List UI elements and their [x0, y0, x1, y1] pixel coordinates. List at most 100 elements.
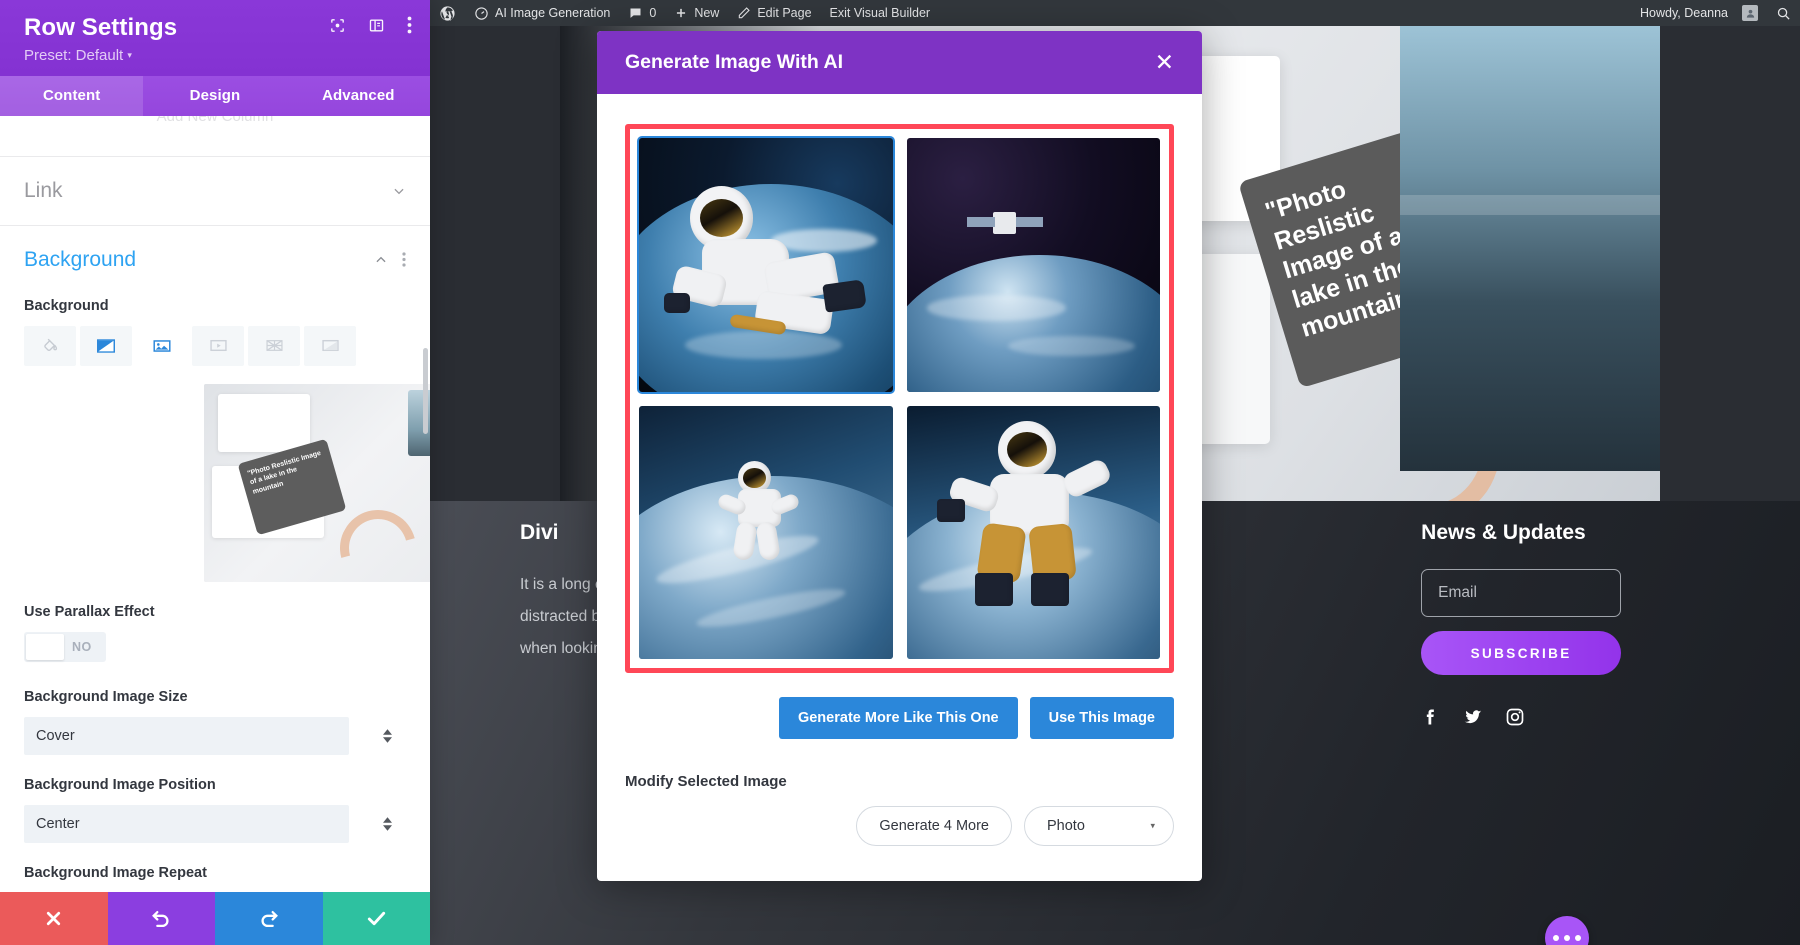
comments-menu[interactable]: 0: [619, 0, 665, 26]
redo-button[interactable]: [215, 892, 323, 945]
parallax-label: Use Parallax Effect: [24, 604, 406, 620]
image-scene: [639, 138, 893, 392]
save-button[interactable]: [323, 892, 431, 945]
gradient-glyph: [95, 335, 117, 357]
cancel-button[interactable]: [0, 892, 108, 945]
fab-dot: [1553, 935, 1559, 941]
exit-visual-builder-menu[interactable]: Exit Visual Builder: [821, 0, 940, 26]
row-settings-panel: Row Settings Preset: Default ▾: [0, 0, 430, 945]
wordpress-logo-icon[interactable]: [430, 0, 465, 26]
kebab-menu-icon[interactable]: [407, 16, 412, 39]
user-avatar-icon: [1742, 5, 1758, 21]
generated-image-2[interactable]: [907, 138, 1161, 392]
image-scene: [639, 406, 893, 660]
generated-image-grid: [639, 138, 1160, 659]
edit-page-menu[interactable]: Edit Page: [728, 0, 820, 26]
greeting-label: Howdy, Deanna: [1640, 6, 1728, 20]
image-style-value: Photo: [1047, 818, 1085, 834]
image-style-select[interactable]: Photo ▾: [1024, 806, 1174, 846]
footer-column-news: News & Updates SUBSCRIBE: [1421, 521, 1740, 732]
gradient-icon[interactable]: [80, 326, 132, 366]
panel-tabs: Content Design Advanced: [0, 76, 430, 116]
plus-icon: [674, 6, 688, 20]
redo-icon: [258, 908, 280, 930]
generated-image-4[interactable]: [907, 406, 1161, 660]
wordpress-admin-bar: AI Image Generation 0 New Edit Page Exit…: [430, 0, 1800, 26]
tab-advanced[interactable]: Advanced: [287, 76, 430, 116]
section-link[interactable]: Link: [0, 157, 430, 225]
dashboard-icon: [474, 6, 489, 21]
stepper-arrows-icon: [383, 729, 392, 743]
generate-4-more-button[interactable]: Generate 4 More: [856, 806, 1012, 846]
modal-action-row: Generate More Like This One Use This Ima…: [625, 697, 1174, 739]
parallax-value: NO: [66, 640, 106, 654]
image-size-value: Cover: [36, 728, 75, 744]
panel-scrollbar[interactable]: [423, 348, 428, 434]
add-new-column-ghost: Add New Column: [0, 116, 430, 156]
check-icon: [365, 907, 388, 930]
panel-footer: [0, 892, 430, 945]
search-icon[interactable]: [1767, 0, 1800, 26]
undo-button[interactable]: [108, 892, 216, 945]
pattern-icon[interactable]: [248, 326, 300, 366]
image-icon[interactable]: [136, 326, 188, 366]
modal-body: Generate More Like This One Use This Ima…: [597, 94, 1202, 881]
focus-icon[interactable]: [329, 17, 346, 39]
generate-more-like-this-button[interactable]: Generate More Like This One: [779, 697, 1018, 739]
panel-header: Row Settings Preset: Default ▾: [0, 0, 430, 76]
exit-visual-builder-label: Exit Visual Builder: [830, 6, 931, 20]
preset-selector[interactable]: Preset: Default ▾: [24, 47, 406, 64]
background-field-block: Background: [0, 294, 430, 881]
facebook-icon[interactable]: [1421, 707, 1441, 732]
email-field[interactable]: [1421, 569, 1621, 617]
ai-image-generation-modal: Generate Image With AI ✕: [597, 31, 1202, 881]
stepper-arrows-icon: [383, 817, 392, 831]
kebab-menu-icon[interactable]: [402, 252, 406, 267]
edit-page-label: Edit Page: [757, 6, 811, 20]
panel-header-actions: [329, 16, 412, 39]
close-icon[interactable]: ✕: [1155, 51, 1174, 74]
satellite-panel: [967, 217, 995, 227]
astronaut-glove: [937, 499, 965, 522]
color-fill-icon[interactable]: [24, 326, 76, 366]
instagram-icon[interactable]: [1505, 707, 1525, 732]
subscribe-button[interactable]: SUBSCRIBE: [1421, 631, 1621, 675]
chevron-down-icon: [392, 184, 406, 198]
image-position-select[interactable]: Center: [24, 805, 349, 843]
image-size-select[interactable]: Cover: [24, 717, 349, 755]
modal-header: Generate Image With AI ✕: [597, 31, 1202, 94]
layout-panel-icon[interactable]: [368, 17, 385, 39]
twitter-icon[interactable]: [1463, 707, 1483, 732]
tab-content[interactable]: Content: [0, 76, 143, 116]
background-type-selector: [24, 326, 406, 366]
preset-label: Preset: Default: [24, 47, 123, 64]
video-icon[interactable]: [192, 326, 244, 366]
modify-controls-row: Generate 4 More Photo ▾: [625, 806, 1174, 846]
preview-card: [218, 394, 310, 452]
section-background[interactable]: Background: [0, 226, 430, 294]
generated-image-3[interactable]: [639, 406, 893, 660]
comment-icon: [628, 6, 643, 21]
astronaut-glove: [664, 293, 689, 313]
footer-heading-news: News & Updates: [1421, 521, 1740, 545]
site-name-menu[interactable]: AI Image Generation: [465, 0, 619, 26]
social-links: [1421, 707, 1740, 732]
image-grid-annotation: [625, 124, 1174, 673]
background-image-preview[interactable]: "Photo Reslistic Image of a lake in the …: [204, 384, 430, 582]
use-this-image-button[interactable]: Use This Image: [1030, 697, 1174, 739]
cloud-wisp: [927, 295, 1066, 320]
section-background-label: Background: [24, 248, 136, 272]
howdy-menu[interactable]: Howdy, Deanna: [1631, 0, 1767, 26]
background-field-label: Background: [24, 298, 406, 314]
section-link-label: Link: [24, 179, 63, 203]
tab-design[interactable]: Design: [143, 76, 286, 116]
new-content-menu[interactable]: New: [665, 0, 728, 26]
mask-icon[interactable]: [304, 326, 356, 366]
image-scene: [907, 138, 1161, 392]
parallax-toggle[interactable]: NO: [24, 632, 106, 662]
generated-image-1[interactable]: [639, 138, 893, 392]
image-repeat-label: Background Image Repeat: [24, 865, 406, 881]
chevron-down-icon: ▾: [127, 50, 132, 60]
image-size-block: Background Image Size Cover: [24, 689, 406, 755]
panel-body: Add New Column Link Background: [0, 116, 430, 892]
